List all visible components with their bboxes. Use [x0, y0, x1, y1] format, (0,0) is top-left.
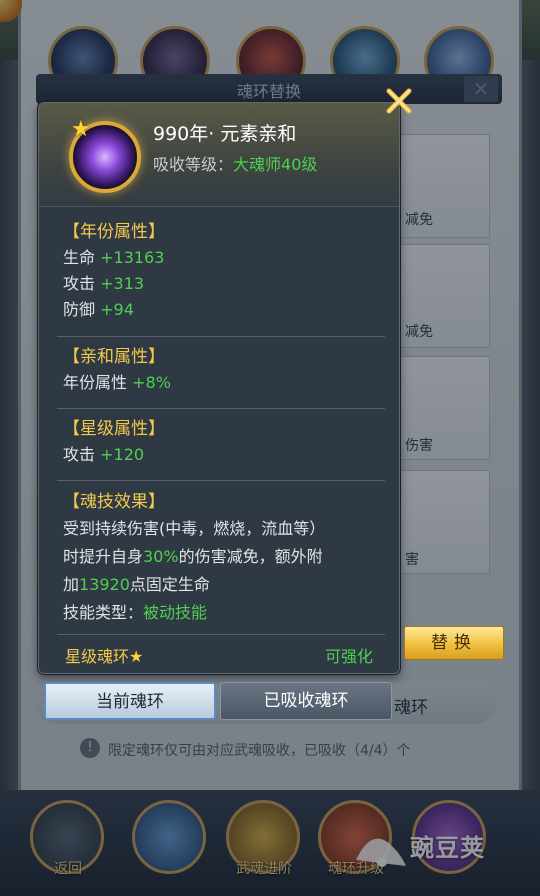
close-icon[interactable]: [384, 86, 414, 116]
stat-label: 防御: [63, 300, 96, 319]
replace-button[interactable]: 替换: [404, 626, 504, 660]
soul-ring-detail-popup: ★ 990年· 元素亲和 吸收等级：大魂师40级 【年份属性】 生命 +1316…: [38, 102, 400, 674]
absorb-level-value: 大魂师40级: [233, 155, 318, 174]
section-title: 【亲和属性】: [63, 347, 165, 367]
stat-value: +120: [100, 445, 145, 464]
tab-current-ring[interactable]: 当前魂环: [44, 682, 216, 720]
section-title: 【星级属性】: [63, 419, 165, 439]
stat-row: 攻击 +120: [63, 442, 383, 468]
item-name: 990年· 元素亲和: [153, 123, 297, 145]
stat-row: 防御 +94: [63, 297, 383, 323]
star-icon: ★: [71, 117, 91, 142]
year-attributes-section: 【年份属性】 生命 +13163 攻击 +313 防御 +94: [63, 219, 383, 323]
desc-value: 13920: [79, 575, 130, 594]
skill-type-label: 技能类型：: [63, 603, 144, 622]
desc-text: 的伤害减免，额外附: [178, 547, 323, 566]
skill-description-line: 加13920点固定生命: [63, 571, 383, 599]
absorb-level: 吸收等级：大魂师40级: [153, 151, 317, 175]
stat-value: +313: [100, 274, 145, 293]
divider: [57, 480, 385, 481]
star-ring-text: 星级魂环: [65, 647, 130, 666]
stat-label: 攻击: [63, 445, 96, 464]
skill-effect-section: 【魂技效果】 受到持续伤害(中毒，燃烧，流血等） 时提升自身30%的伤害减免，额…: [63, 489, 383, 627]
tab-absorbed-ring[interactable]: 已吸收魂环: [220, 682, 392, 720]
skill-type-value: 被动技能: [143, 603, 208, 622]
divider: [57, 336, 385, 337]
stat-row: 年份属性 +8%: [63, 370, 383, 396]
star-icon: ★: [129, 647, 144, 666]
section-title: 【年份属性】: [63, 222, 165, 242]
stat-row: 生命 +13163: [63, 245, 383, 271]
divider: [57, 408, 385, 409]
desc-value: 30%: [143, 547, 179, 566]
popup-header: ★ 990年· 元素亲和 吸收等级：大魂师40级: [39, 103, 399, 207]
stat-label: 生命: [63, 248, 96, 267]
desc-text: 时提升自身: [63, 547, 144, 566]
upgradable-label[interactable]: 可强化: [325, 643, 373, 667]
stat-label: 年份属性: [63, 373, 128, 392]
divider: [57, 634, 385, 635]
star-attributes-section: 【星级属性】 攻击 +120: [63, 416, 383, 468]
stat-value: +8%: [132, 373, 171, 392]
absorb-level-label: 吸收等级：: [153, 155, 234, 174]
desc-text: 点固定生命: [129, 575, 210, 594]
star-ring-label: 星级魂环★: [65, 643, 143, 667]
skill-description-line: 时提升自身30%的伤害减免，额外附: [63, 543, 383, 571]
stat-value: +94: [100, 300, 134, 319]
skill-type-line: 技能类型：被动技能: [63, 599, 383, 627]
stat-value: +13163: [100, 248, 165, 267]
section-title: 【魂技效果】: [63, 492, 165, 512]
skill-description-line: 受到持续伤害(中毒，燃烧，流血等）: [63, 519, 326, 538]
stat-label: 攻击: [63, 274, 96, 293]
desc-text: 加: [63, 575, 80, 594]
stat-row: 攻击 +313: [63, 271, 383, 297]
affinity-attributes-section: 【亲和属性】 年份属性 +8%: [63, 344, 383, 396]
